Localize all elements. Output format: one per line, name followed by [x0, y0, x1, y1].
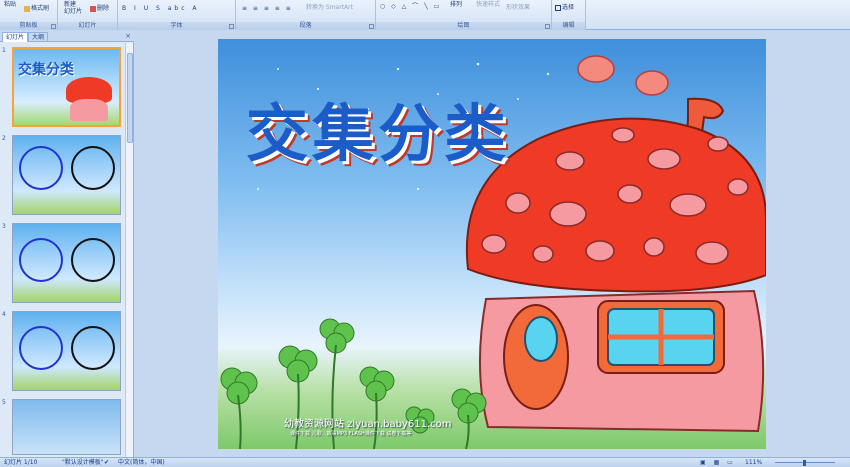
paste-label: 粘贴 — [4, 1, 17, 8]
slide-thumbnail-5[interactable] — [12, 399, 121, 455]
slide-editor: 交集分类 幼教资源网站 ziyuan.baby611.com 课件下载 儿歌、故… — [135, 31, 850, 457]
font-format-buttons[interactable]: B I U S abc A — [122, 5, 200, 13]
black-circle — [71, 238, 115, 282]
spellcheck-icon[interactable]: ✔ — [104, 459, 109, 467]
shape-effects-label: 形状效果 — [506, 4, 531, 11]
pane-tabs: 幻灯片 大纲 × — [0, 31, 134, 42]
status-bar: 幻灯片 1/10 "默认设计模板" ✔ 中文(简体，中国) ▣ ▦ ▭ 111% — [0, 457, 850, 467]
view-buttons[interactable]: ▣ ▦ ▭ — [700, 459, 736, 467]
format-painter-button[interactable]: 格式刷 — [24, 5, 49, 13]
align-buttons[interactable]: ≡ ≡ ≡ ≡ ≡ — [242, 5, 293, 13]
editing-group-label: 编辑 — [552, 22, 585, 30]
theme-name: "默认设计模板" — [62, 459, 104, 466]
slide-thumbnail-4[interactable] — [12, 311, 121, 391]
delete-slide-button[interactable]: 删除 — [90, 5, 109, 13]
thumbnail-title: 交集分类 — [18, 62, 74, 78]
blue-circle — [19, 326, 63, 370]
drawing-launcher-icon[interactable] — [545, 24, 550, 29]
slide-number: 5 — [2, 399, 6, 406]
slide-number: 1 — [2, 47, 6, 54]
clipboard-group-label: 剪贴板 — [0, 22, 57, 30]
paste-button[interactable]: 粘贴 — [4, 1, 16, 9]
convert-smartart-button[interactable]: 转换为 SmartArt — [306, 4, 353, 12]
ribbon: 粘贴 格式刷 剪贴板 新建 幻灯片 删除 幻灯片 B I U S abc A 字… — [0, 0, 850, 30]
clipboard-launcher-icon[interactable] — [51, 24, 56, 29]
convert-smartart-label: 转换为 SmartArt — [306, 4, 353, 11]
tab-slides[interactable]: 幻灯片 — [2, 32, 29, 42]
blue-circle — [19, 238, 63, 282]
slide-pane: 幻灯片 大纲 × 1 交集分类 2 3 4 5 — [0, 31, 134, 457]
zoom-level[interactable]: 111% — [745, 459, 762, 467]
new-slide-label: 新建 幻灯片 — [64, 1, 83, 15]
drawing-group: ○ ◇ △ ⌒ ╲ ▭ 排列 快速样式 形状效果 绘图 — [376, 0, 552, 30]
select-label: 选择 — [562, 4, 575, 11]
pane-scrollbar[interactable] — [125, 43, 133, 457]
shape-gallery[interactable]: ○ ◇ △ ⌒ ╲ ▭ — [380, 3, 441, 11]
paragraph-launcher-icon[interactable] — [369, 24, 374, 29]
slide-thumbnail-2[interactable] — [12, 135, 121, 215]
slide-number: 4 — [2, 311, 6, 318]
close-icon[interactable]: × — [125, 32, 131, 40]
site-name-text[interactable]: 幼教资源网站 ziyuan.baby611.com — [284, 415, 451, 430]
delete-icon — [90, 5, 96, 12]
slide-number: 2 — [2, 135, 6, 142]
arrange-button[interactable]: 排列 — [450, 1, 462, 9]
shape-effects-button[interactable]: 形状效果 — [506, 4, 530, 12]
door-window — [524, 316, 558, 362]
tab-outline[interactable]: 大纲 — [28, 32, 49, 42]
paragraph-group-label: 段落 — [236, 22, 375, 30]
smoke-puffs — [577, 55, 669, 96]
select-button[interactable]: 选择 — [555, 4, 574, 12]
arrange-label: 排列 — [450, 1, 463, 8]
black-circle — [71, 326, 115, 370]
font-group-label: 字体 — [118, 22, 235, 30]
editing-group: 选择 编辑 — [552, 0, 586, 30]
site-subtitle-text[interactable]: 课件下载 儿歌、故事MP3 FLASH课件下载 试卷下载等 — [290, 430, 411, 437]
drawing-group-label: 绘图 — [376, 22, 551, 30]
slides-group-label: 幻灯片 — [58, 22, 117, 30]
paragraph-group: ≡ ≡ ≡ ≡ ≡ 转换为 SmartArt 段落 — [236, 0, 376, 30]
slide-canvas[interactable]: 交集分类 幼教资源网站 ziyuan.baby611.com 课件下载 儿歌、故… — [218, 39, 766, 449]
clipboard-group: 粘贴 格式刷 剪贴板 — [0, 0, 58, 30]
black-circle — [71, 146, 115, 190]
delete-label: 删除 — [97, 5, 110, 12]
slides-group: 新建 幻灯片 删除 幻灯片 — [58, 0, 118, 30]
slide-thumbnail-3[interactable] — [12, 223, 121, 303]
new-slide-button[interactable]: 新建 幻灯片 — [64, 1, 82, 15]
slide-title[interactable]: 交集分类 — [246, 83, 510, 173]
font-group: B I U S abc A 字体 — [118, 0, 236, 30]
language[interactable]: 中文(简体，中国) — [118, 459, 165, 467]
zoom-slider-thumb[interactable] — [803, 460, 806, 466]
slide-thumbnail-1[interactable]: 交集分类 — [12, 47, 121, 127]
slide-number: 3 — [2, 223, 6, 230]
font-launcher-icon[interactable] — [229, 24, 234, 29]
brush-icon — [24, 5, 30, 12]
slide-position: 幻灯片 1/10 — [4, 459, 38, 466]
select-icon — [555, 4, 561, 11]
blue-circle — [19, 146, 63, 190]
quick-styles-label: 快速样式 — [476, 1, 501, 8]
quick-styles-button[interactable]: 快速样式 — [476, 1, 500, 9]
house-body — [70, 99, 108, 121]
format-painter-label: 格式刷 — [31, 5, 50, 12]
scrollbar-thumb[interactable] — [127, 53, 133, 143]
